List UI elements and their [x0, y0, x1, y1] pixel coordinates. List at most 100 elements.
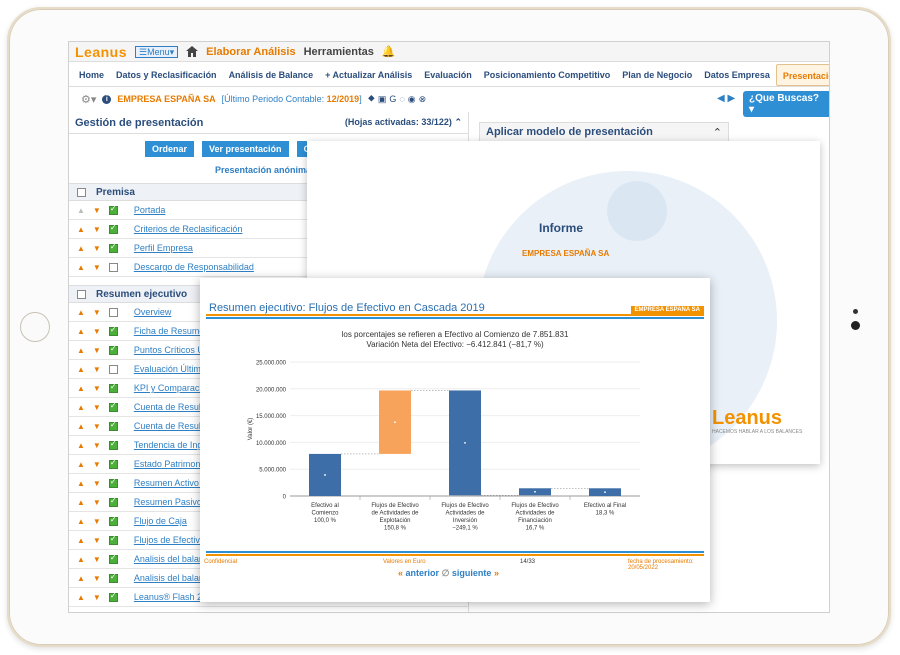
- section-checkbox[interactable]: [77, 289, 86, 299]
- collapse-icon[interactable]: ⌃: [713, 126, 722, 139]
- item-checkbox[interactable]: [108, 204, 118, 215]
- item-checkbox[interactable]: [108, 364, 118, 374]
- move-down-icon[interactable]: ▼: [93, 225, 101, 234]
- move-down-icon[interactable]: ▼: [93, 308, 101, 317]
- nav-datos[interactable]: Datos y Reclasificación: [110, 64, 223, 86]
- move-up-icon[interactable]: ▲: [77, 225, 85, 234]
- item-checkbox[interactable]: [108, 262, 118, 272]
- move-down-icon[interactable]: ▼: [93, 263, 101, 272]
- gear-icon[interactable]: ⚙▾: [81, 93, 96, 106]
- item-link[interactable]: Ficha de Resumen: [134, 326, 210, 336]
- move-up-icon[interactable]: ▲: [77, 460, 85, 469]
- move-down-icon[interactable]: ▼: [93, 327, 101, 336]
- tag-icon[interactable]: ⯁: [368, 94, 375, 105]
- item-link[interactable]: Estado Patrimonia: [134, 459, 208, 469]
- item-checkbox[interactable]: [108, 242, 118, 253]
- move-down-icon[interactable]: ▼: [93, 536, 101, 545]
- move-up-icon[interactable]: ▲: [77, 384, 85, 393]
- item-checkbox[interactable]: [108, 515, 118, 526]
- item-checkbox[interactable]: [108, 223, 118, 234]
- move-down-icon[interactable]: ▼: [93, 555, 101, 564]
- item-link[interactable]: Tendencia de Ingr: [134, 440, 206, 450]
- item-link[interactable]: KPI y Comparació: [134, 383, 207, 393]
- move-down-icon[interactable]: ▼: [93, 441, 101, 450]
- move-up-icon[interactable]: ▲: [77, 346, 85, 355]
- leanus-logo[interactable]: Leanus: [75, 44, 127, 60]
- item-link[interactable]: Resumen Activo e: [134, 478, 207, 488]
- prev-link[interactable]: anterior: [406, 568, 440, 578]
- item-link[interactable]: Cuenta de Resulta: [134, 421, 209, 431]
- move-up-icon[interactable]: ▲: [77, 365, 85, 374]
- move-down-icon[interactable]: ▼: [93, 244, 101, 253]
- move-down-icon[interactable]: ▼: [93, 460, 101, 469]
- item-link[interactable]: Evaluación Último: [134, 364, 206, 374]
- move-up-icon[interactable]: ▲: [77, 555, 85, 564]
- move-down-icon[interactable]: ▼: [93, 479, 101, 488]
- prev-next-arrows[interactable]: ◀ ▶: [717, 93, 735, 104]
- move-up-icon[interactable]: ▲: [77, 206, 85, 215]
- item-checkbox[interactable]: [108, 572, 118, 583]
- move-up-icon[interactable]: ▲: [77, 308, 85, 317]
- item-checkbox[interactable]: [108, 591, 118, 602]
- item-link[interactable]: Descargo de Responsabilidad: [134, 262, 254, 272]
- nav-plan-negocio[interactable]: Plan de Negocio: [616, 64, 698, 86]
- collapse-icon[interactable]: ⌃: [454, 117, 462, 127]
- move-down-icon[interactable]: ▼: [93, 517, 101, 526]
- move-up-icon[interactable]: ▲: [77, 327, 85, 336]
- nav-analisis-balance[interactable]: Análisis de Balance: [223, 64, 320, 86]
- move-up-icon[interactable]: ▲: [77, 441, 85, 450]
- item-checkbox[interactable]: [108, 477, 118, 488]
- item-link[interactable]: Analisis del balanc: [134, 573, 209, 583]
- move-up-icon[interactable]: ▲: [77, 574, 85, 583]
- next-link[interactable]: siguiente: [452, 568, 492, 578]
- move-down-icon[interactable]: ▼: [93, 574, 101, 583]
- item-checkbox[interactable]: [108, 307, 118, 317]
- item-link[interactable]: Resumen Pasivos: [134, 497, 207, 507]
- item-checkbox[interactable]: [108, 382, 118, 393]
- move-up-icon[interactable]: ▲: [77, 403, 85, 412]
- move-up-icon[interactable]: ▲: [77, 536, 85, 545]
- move-down-icon[interactable]: ▼: [93, 384, 101, 393]
- card-icon[interactable]: ▣: [378, 94, 387, 105]
- item-checkbox[interactable]: [108, 325, 118, 336]
- item-link[interactable]: Overview: [134, 307, 172, 317]
- google-icon[interactable]: G: [389, 94, 396, 105]
- item-link[interactable]: Flujos de Efectivo: [134, 535, 205, 545]
- item-checkbox[interactable]: [108, 553, 118, 564]
- move-down-icon[interactable]: ▼: [93, 346, 101, 355]
- move-down-icon[interactable]: ▼: [93, 422, 101, 431]
- item-link[interactable]: Cuenta de Resulta: [134, 402, 209, 412]
- move-down-icon[interactable]: ▼: [93, 403, 101, 412]
- move-down-icon[interactable]: ▼: [93, 498, 101, 507]
- item-link[interactable]: Analisis del balanc: [134, 554, 209, 564]
- menu-button[interactable]: ☰Menu▾: [135, 45, 179, 58]
- move-up-icon[interactable]: ▲: [77, 244, 85, 253]
- nav-home[interactable]: Home: [73, 64, 110, 86]
- item-checkbox[interactable]: [108, 458, 118, 469]
- move-up-icon[interactable]: ▲: [77, 517, 85, 526]
- item-link[interactable]: Puntos Críticos Últ: [134, 345, 209, 355]
- move-up-icon[interactable]: ▲: [77, 422, 85, 431]
- nav-actualizar[interactable]: + Actualizar Análisis: [319, 64, 418, 86]
- nav-evaluacion[interactable]: Evaluación: [418, 64, 478, 86]
- item-link[interactable]: Portada: [134, 205, 166, 215]
- ver-presentacion-button[interactable]: Ver presentación: [202, 141, 289, 157]
- herramientas-link[interactable]: Herramientas: [304, 46, 374, 58]
- home-icon[interactable]: [186, 46, 199, 57]
- eye-icon[interactable]: ◉: [408, 94, 416, 105]
- bell-icon[interactable]: 🔔: [382, 45, 396, 58]
- item-link[interactable]: Perfil Empresa: [134, 243, 193, 253]
- chat-icon[interactable]: ◌: [399, 94, 404, 105]
- section-checkbox[interactable]: [77, 187, 86, 197]
- item-checkbox[interactable]: [108, 401, 118, 412]
- item-checkbox[interactable]: [108, 344, 118, 355]
- close-icon[interactable]: ⊗: [419, 94, 427, 105]
- move-up-icon[interactable]: ▲: [77, 479, 85, 488]
- ordenar-button[interactable]: Ordenar: [145, 141, 195, 157]
- item-checkbox[interactable]: [108, 439, 118, 450]
- item-checkbox[interactable]: [108, 534, 118, 545]
- move-up-icon[interactable]: ▲: [77, 593, 85, 602]
- nav-datos-empresa[interactable]: Datos Empresa: [698, 64, 776, 86]
- elaborar-analisis-link[interactable]: Elaborar Análisis: [206, 46, 295, 58]
- move-down-icon[interactable]: ▼: [93, 365, 101, 374]
